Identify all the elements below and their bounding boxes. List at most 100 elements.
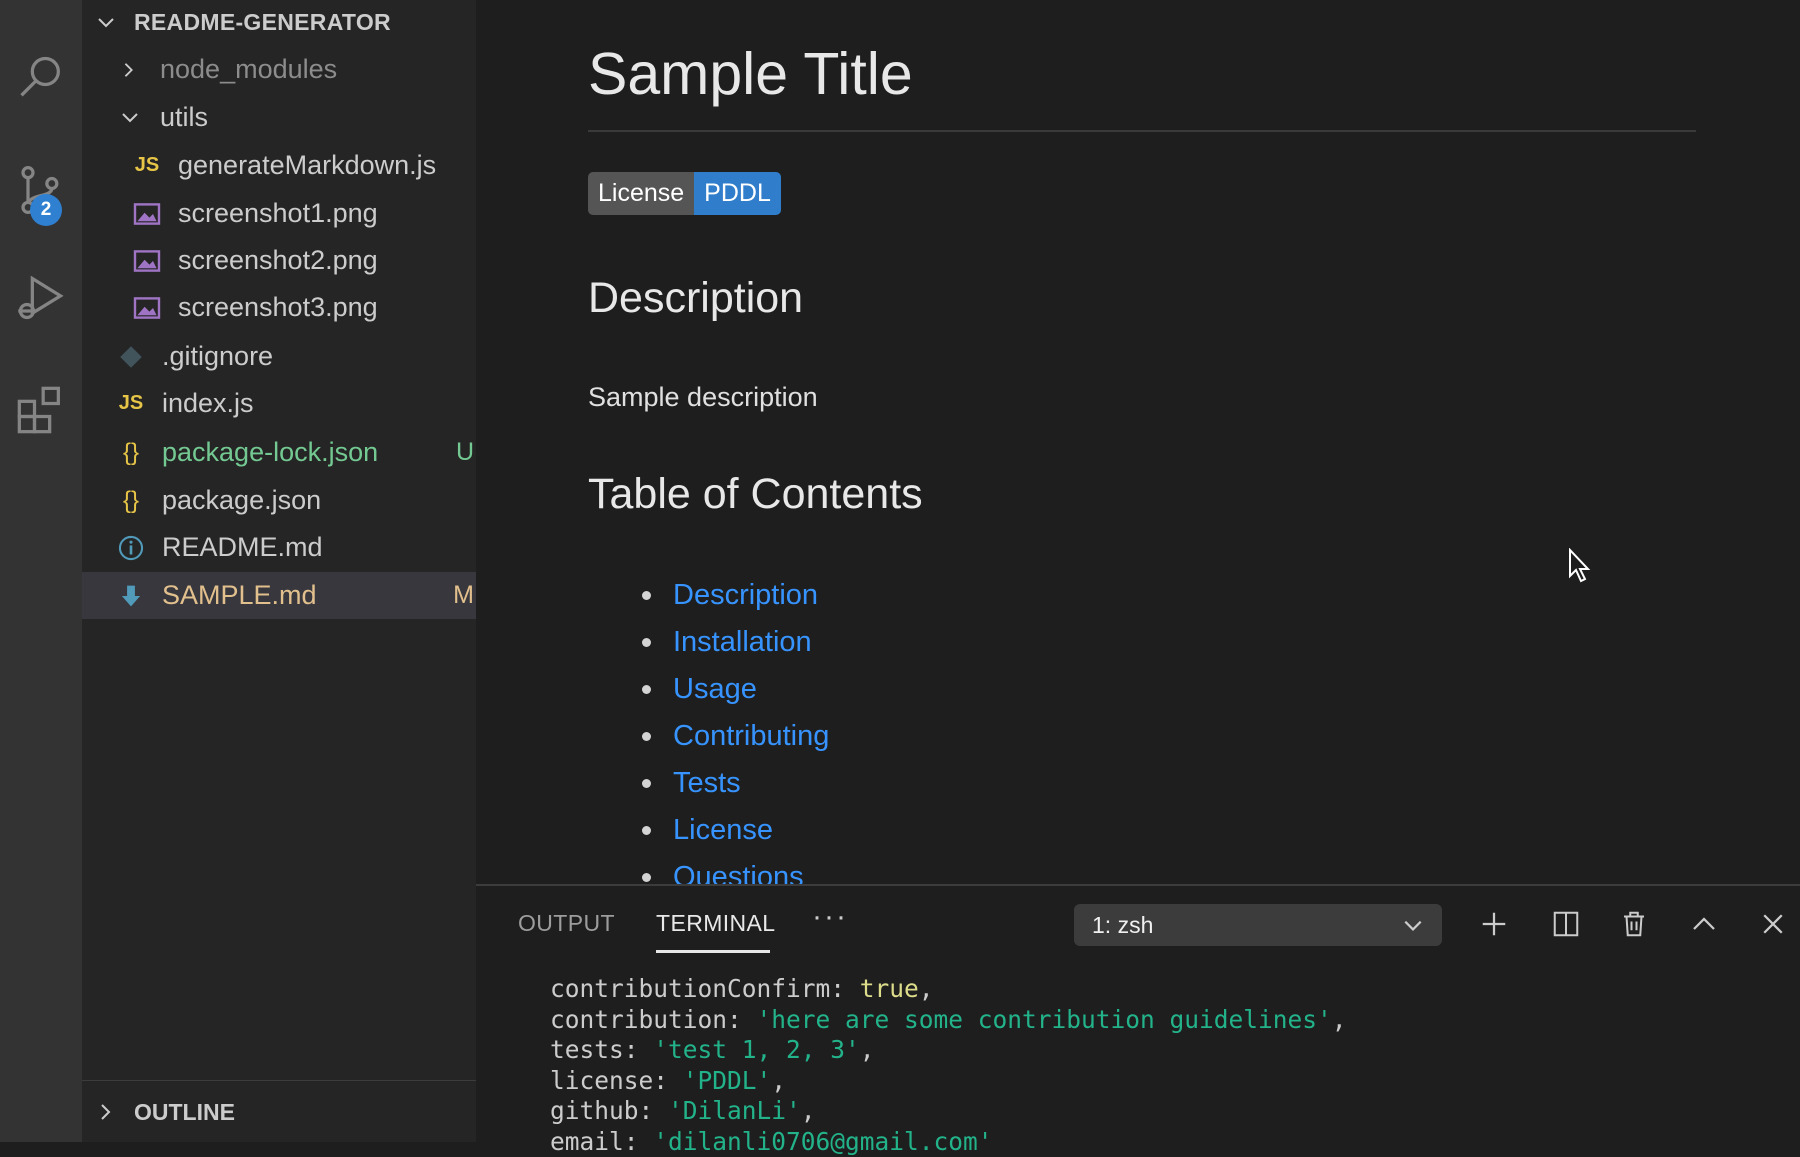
bullet — [642, 826, 651, 835]
json-file-icon: {} — [116, 487, 146, 515]
toc-item: Contributing — [588, 713, 829, 760]
bullet — [642, 591, 651, 600]
maximize-panel-button[interactable] — [1684, 904, 1724, 944]
toc-link-installation[interactable]: Installation — [673, 626, 812, 659]
tree-item-label: utils — [160, 102, 208, 133]
terminal-line: license: 'PDDL', — [550, 1066, 1347, 1097]
split-icon — [1551, 909, 1581, 939]
toc-item: Tests — [588, 760, 829, 807]
image-file-icon — [132, 249, 162, 273]
terminal-select[interactable]: 1: zsh — [1074, 904, 1442, 946]
tree-item-screenshot1[interactable]: screenshot1.png — [82, 190, 526, 237]
license-badge-label: License — [588, 172, 694, 215]
tree-item-readme[interactable]: README.md — [82, 524, 510, 571]
tree-item-index-js[interactable]: JS index.js — [82, 380, 510, 427]
title-divider — [588, 130, 1696, 132]
chevron-up-icon — [1689, 909, 1719, 939]
js-file-icon: JS — [116, 392, 146, 415]
js-file-icon: JS — [132, 154, 162, 177]
tab-terminal[interactable]: TERMINAL — [656, 910, 776, 937]
tab-output[interactable]: OUTPUT — [518, 910, 615, 937]
terminal-output[interactable]: contributionConfirm: true,contribution: … — [550, 974, 1347, 1157]
tree-item-label: screenshot3.png — [178, 292, 378, 323]
tree-item-utils[interactable]: utils — [82, 94, 514, 141]
outline-section[interactable]: OUTLINE — [82, 1080, 476, 1143]
plus-icon — [1479, 909, 1509, 939]
json-file-icon: {} — [116, 439, 146, 467]
activity-bar: 2 — [0, 0, 82, 1142]
close-panel-button[interactable] — [1753, 904, 1793, 944]
image-file-icon — [132, 296, 162, 320]
bullet — [642, 779, 651, 788]
tree-item-label: README.md — [162, 532, 323, 563]
description-heading: Description — [588, 274, 803, 323]
tree-item-label: SAMPLE.md — [162, 580, 317, 611]
info-icon — [116, 535, 146, 561]
terminal-select-value: 1: zsh — [1092, 912, 1153, 939]
toc-link-license[interactable]: License — [673, 814, 773, 847]
tree-item-package-json[interactable]: {} package.json — [82, 477, 510, 524]
tree-item-label: package.json — [162, 485, 321, 516]
tree-item-label: node_modules — [160, 54, 337, 85]
outline-label: OUTLINE — [134, 1099, 235, 1126]
image-file-icon — [132, 202, 162, 226]
bullet — [642, 638, 651, 647]
tree-item-label: screenshot1.png — [178, 198, 378, 229]
toc-link-contributing[interactable]: Contributing — [673, 720, 829, 753]
toc-link-description[interactable]: Description — [673, 579, 818, 612]
kill-terminal-button[interactable] — [1614, 904, 1654, 944]
toc-list: Description Installation Usage Contribut… — [588, 572, 829, 884]
toc-item: Usage — [588, 666, 829, 713]
page-title: Sample Title — [588, 40, 913, 108]
more-actions-icon[interactable]: ··· — [812, 900, 848, 934]
tree-item-label: generateMarkdown.js — [178, 150, 436, 181]
tree-item-label: package-lock.json — [162, 437, 378, 468]
tree-item-label: .gitignore — [162, 341, 273, 372]
chevron-down-icon — [96, 12, 116, 32]
toc-item: Questions — [588, 854, 829, 884]
new-terminal-button[interactable] — [1474, 904, 1514, 944]
bullet — [642, 685, 651, 694]
license-badge-value: PDDL — [694, 172, 781, 215]
markdown-preview: Sample Title License PDDL Description Sa… — [476, 0, 1800, 884]
explorer-sidebar: README-GENERATOR node_modules utils JS g… — [82, 0, 476, 1142]
bullet — [642, 732, 651, 741]
search-icon[interactable] — [0, 38, 82, 118]
license-badge: License PDDL — [588, 172, 781, 215]
toc-link-tests[interactable]: Tests — [673, 767, 741, 800]
tree-item-sample-md[interactable]: SAMPLE.md M — [82, 572, 510, 619]
run-debug-icon[interactable] — [0, 258, 82, 338]
tree-item-generatemarkdown[interactable]: JS generateMarkdown.js — [82, 142, 526, 189]
bottom-panel: OUTPUT TERMINAL ··· 1: zsh contributionC… — [476, 884, 1800, 1144]
tree-item-screenshot2[interactable]: screenshot2.png — [82, 237, 526, 284]
toc-link-questions[interactable]: Questions — [673, 861, 804, 884]
markdown-file-icon — [116, 583, 146, 609]
tree-item-gitignore[interactable]: .gitignore — [82, 333, 510, 380]
extensions-icon[interactable] — [0, 370, 82, 450]
trash-icon — [1619, 909, 1649, 939]
chevron-down-icon — [120, 108, 140, 128]
terminal-line: github: 'DilanLi', — [550, 1096, 1347, 1127]
chevron-down-icon — [1402, 914, 1424, 936]
terminal-line: contribution: 'here are some contributio… — [550, 1005, 1347, 1036]
tree-item-package-lock[interactable]: {} package-lock.json U — [82, 429, 510, 476]
mouse-pointer-icon — [1568, 548, 1592, 584]
toc-item: License — [588, 807, 829, 854]
project-header[interactable]: README-GENERATOR — [82, 0, 476, 44]
tree-item-label: screenshot2.png — [178, 245, 378, 276]
active-tab-indicator — [656, 950, 770, 953]
terminal-line: contributionConfirm: true, — [550, 974, 1347, 1005]
toc-link-usage[interactable]: Usage — [673, 673, 757, 706]
bullet — [642, 873, 651, 882]
git-file-icon — [116, 345, 146, 369]
description-text: Sample description — [588, 382, 818, 413]
source-control-icon[interactable]: 2 — [0, 150, 82, 230]
tree-item-screenshot3[interactable]: screenshot3.png — [82, 284, 526, 331]
toc-heading: Table of Contents — [588, 470, 923, 519]
tree-item-node-modules[interactable]: node_modules — [82, 46, 514, 93]
split-terminal-button[interactable] — [1546, 904, 1586, 944]
terminal-line: tests: 'test 1, 2, 3', — [550, 1035, 1347, 1066]
git-status-untracked: U — [456, 438, 474, 467]
chevron-right-icon — [120, 61, 138, 79]
tree-item-label: index.js — [162, 388, 254, 419]
